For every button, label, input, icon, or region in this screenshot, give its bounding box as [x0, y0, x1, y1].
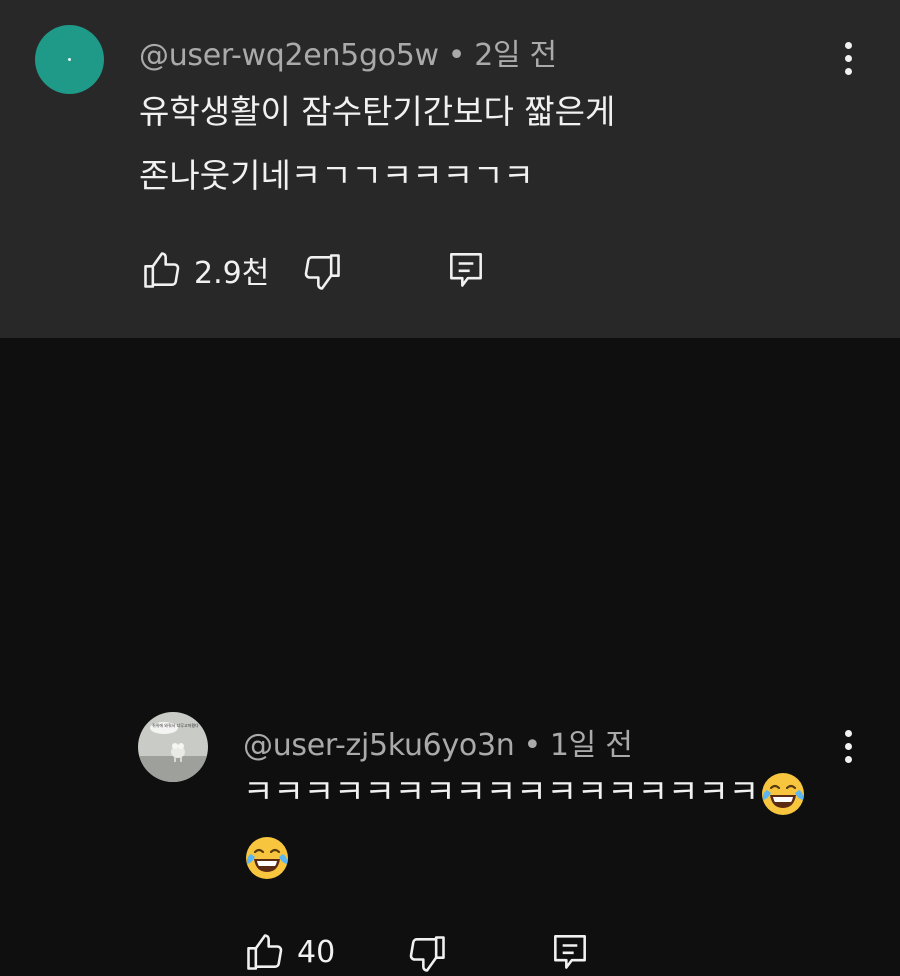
- comment-line: 유학생활이 잠수탄기간보다 짧은게: [139, 92, 616, 131]
- comment-icon: [554, 935, 586, 969]
- like-button[interactable]: 40: [243, 930, 335, 974]
- dislike-button[interactable]: [300, 250, 344, 294]
- laughing-emoji-icon: [246, 836, 288, 879]
- reply-card: 쥐쥐에 와줘서 너무고마웠다 @user-zj5ku6yo3n • 1일 전 ㅋㅋㅋ…: [0, 338, 900, 972]
- comment-text: 유학생활이 잠수탄기간보다 짧은게 존나웃기네ㅋㄱㄱㅋㅋㅋㄱㅋ: [139, 80, 615, 208]
- thumbs-up-icon: [144, 252, 180, 288]
- thumbs-down-icon: [409, 936, 445, 972]
- comment-meta: @user-zj5ku6yo3n • 1일 전: [243, 720, 633, 764]
- like-count: 40: [297, 934, 336, 970]
- more-vertical-icon[interactable]: [842, 730, 854, 770]
- avatar-caption: 쥐쥐에 와줘서 너무고마웠다: [152, 722, 199, 728]
- laughing-emoji-icon: [762, 772, 805, 815]
- comment-time: 1일 전: [549, 728, 633, 763]
- dislike-button[interactable]: [405, 932, 449, 976]
- reply-button[interactable]: [548, 929, 592, 973]
- comment-time: 2일 전: [474, 38, 557, 73]
- avatar[interactable]: [35, 25, 104, 94]
- reply-button[interactable]: [444, 247, 488, 291]
- author-name[interactable]: @user-wq2en5go5w: [139, 38, 439, 73]
- more-vertical-icon[interactable]: [842, 42, 854, 82]
- avatar-dot: [68, 58, 71, 61]
- avatar[interactable]: 쥐쥐에 와줘서 너무고마웠다: [138, 712, 208, 782]
- author-name[interactable]: @user-zj5ku6yo3n: [243, 728, 515, 763]
- comment-line: ㅋㅋㅋㅋㅋㅋㅋㅋㅋㅋㅋㅋㅋㅋㅋㅋㅋ: [243, 772, 760, 811]
- thumbs-down-icon: [304, 254, 340, 290]
- meta-separator: •: [523, 728, 541, 763]
- like-count: 2.9천: [194, 256, 270, 291]
- comment-meta: @user-wq2en5go5w • 2일 전: [139, 30, 557, 74]
- comment-line: 존나웃기네ㅋㄱㄱㅋㅋㅋㄱㅋ: [139, 156, 534, 195]
- comment-text: ㅋㅋㅋㅋㅋㅋㅋㅋㅋㅋㅋㅋㅋㅋㅋㅋㅋ: [243, 760, 807, 888]
- like-button[interactable]: 2.9천: [140, 248, 269, 292]
- meta-separator: •: [447, 38, 466, 73]
- comment-card: @user-wq2en5go5w • 2일 전 유학생활이 잠수탄기간보다 짧은게 …: [0, 0, 900, 338]
- avatar-image: 쥐쥐에 와줘서 너무고마웠다: [138, 712, 208, 782]
- comment-icon: [450, 253, 482, 287]
- thumbs-up-icon: [247, 934, 283, 970]
